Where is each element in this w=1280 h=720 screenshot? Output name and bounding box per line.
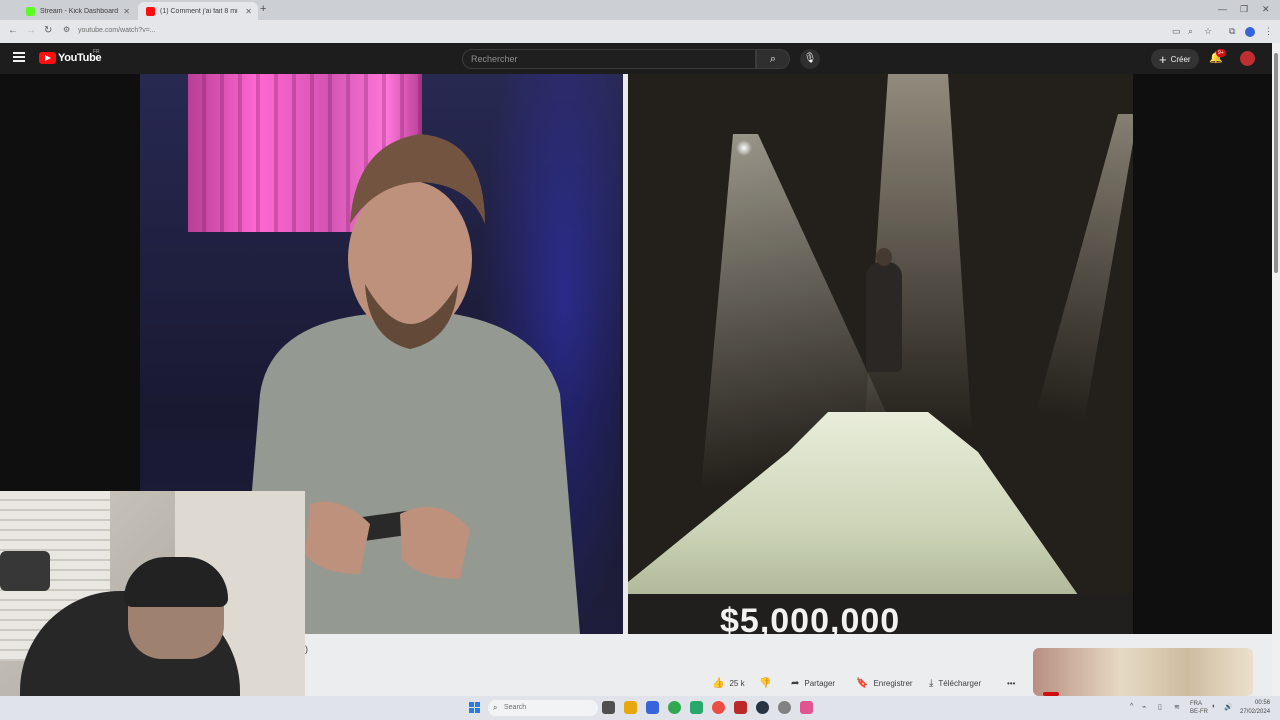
notification-badge: 9+ bbox=[1216, 49, 1226, 57]
bookmark-icon: 🔖 bbox=[856, 677, 869, 689]
whatsapp-icon[interactable] bbox=[690, 701, 703, 714]
tab-youtube-video[interactable]: (1) Comment j'ai fait 8 millions ✕ bbox=[138, 2, 258, 20]
settings-icon[interactable] bbox=[778, 701, 791, 714]
language-code: FRA bbox=[1190, 701, 1202, 707]
standing-man-figure bbox=[866, 248, 902, 372]
share-button[interactable]: ➦ Partager bbox=[791, 675, 835, 691]
battery-icon[interactable]: ▯ bbox=[1158, 703, 1162, 711]
youtube-play-icon bbox=[39, 52, 56, 64]
url-field[interactable]: youtube.com/watch?v=... bbox=[78, 27, 156, 34]
obs-icon[interactable] bbox=[800, 701, 813, 714]
taskbar-search[interactable]: ⌕ Search bbox=[488, 700, 598, 716]
scrollbar-thumb[interactable] bbox=[1274, 53, 1278, 273]
price-overlay-text: $5,000,000 bbox=[720, 602, 901, 634]
app-icon[interactable] bbox=[734, 701, 747, 714]
share-label: Partager bbox=[804, 678, 836, 688]
app-icon[interactable] bbox=[646, 701, 659, 714]
save-label: Enregistrer bbox=[873, 678, 913, 688]
voice-search-button[interactable]: 🎙 bbox=[800, 49, 820, 69]
file-explorer-icon[interactable] bbox=[624, 701, 637, 714]
browser-menu-icon[interactable]: ⋮ bbox=[1264, 26, 1273, 37]
title-fragment: ) bbox=[305, 644, 308, 654]
close-tab-icon[interactable]: ✕ bbox=[245, 7, 252, 16]
profile-avatar[interactable] bbox=[1245, 27, 1255, 37]
volume-icon[interactable]: 🔊 bbox=[1224, 703, 1233, 711]
create-label: Créer bbox=[1170, 54, 1191, 64]
save-button[interactable]: 🔖 Enregistrer bbox=[856, 675, 913, 691]
plus-icon: + bbox=[1159, 51, 1167, 67]
tray-chevron-icon[interactable]: ^ bbox=[1130, 703, 1133, 710]
dislike-button[interactable]: 👎 bbox=[759, 675, 776, 691]
search-button[interactable]: ⌕ bbox=[756, 49, 790, 69]
minimize-button[interactable]: — bbox=[1218, 4, 1227, 14]
more-actions-button[interactable]: ••• bbox=[1007, 675, 1015, 691]
extensions-icon[interactable]: ⧉ bbox=[1229, 26, 1235, 37]
more-icon: ••• bbox=[1007, 678, 1016, 688]
language-sub: BE-FR bbox=[1190, 709, 1208, 715]
search-icon: ⌕ bbox=[769, 53, 777, 65]
taskbar-clock[interactable]: 00:56 27/02/2024 bbox=[1240, 699, 1270, 717]
youtube-header: YouTube FR Rechercher ⌕ 🎙 + Créer 🔔 9+ bbox=[0, 43, 1272, 74]
chrome-icon[interactable] bbox=[712, 701, 725, 714]
task-view-icon[interactable] bbox=[602, 701, 615, 714]
search-icon: ⌕ bbox=[493, 703, 498, 712]
gaming-chair bbox=[0, 551, 50, 591]
recommended-video-thumbnail[interactable] bbox=[1033, 648, 1253, 696]
language-indicator[interactable]: FRA BE-FR bbox=[1190, 700, 1208, 716]
download-icon: ⤓ bbox=[929, 677, 934, 689]
forward-arrow-icon[interactable]: → bbox=[26, 25, 36, 36]
hamburger-menu-icon[interactable] bbox=[13, 52, 25, 62]
thumbs-up-icon: 👍 bbox=[712, 677, 725, 689]
like-button[interactable]: 👍 25 k bbox=[712, 675, 745, 691]
wifi-icon[interactable]: ≋ bbox=[1174, 703, 1180, 711]
maximize-button[interactable]: ❐ bbox=[1240, 4, 1248, 15]
kick-favicon-icon bbox=[26, 6, 35, 16]
browser-tab-strip: Stream - Kick Dashboard ✕ (1) Comment j'… bbox=[0, 0, 1280, 20]
share-arrow-icon: ➦ bbox=[791, 677, 800, 689]
windows-start-icon[interactable] bbox=[469, 702, 480, 713]
bookmark-star-icon[interactable]: ☆ bbox=[1204, 26, 1212, 37]
reload-icon[interactable]: ↻ bbox=[44, 25, 52, 36]
clock-date: 27/02/2024 bbox=[1240, 709, 1271, 715]
cast-icon[interactable]: ▭ bbox=[1172, 26, 1181, 37]
video-right-scene: $5,000,000 bbox=[628, 74, 1133, 634]
network-icon[interactable]: ⌁ bbox=[1142, 703, 1146, 711]
steam-icon[interactable] bbox=[756, 701, 769, 714]
windows-taskbar: ⌕ Search ^ ⌁ ▯ ≋ FRA BE-FR ◐ 🔊 00:56 27/… bbox=[0, 696, 1280, 720]
video-details-area: ) 👍 25 k 👎 ➦ Partager 🔖 Enregistrer ⤓ Té… bbox=[305, 634, 1272, 696]
page-scrollbar[interactable] bbox=[1272, 43, 1280, 696]
streamer-webcam bbox=[0, 491, 305, 720]
youtube-favicon-icon bbox=[146, 6, 155, 16]
spotlight-lamp bbox=[736, 140, 752, 156]
search-placeholder: Rechercher bbox=[471, 54, 518, 64]
tab-label: (1) Comment j'ai fait 8 millions bbox=[160, 7, 238, 15]
channel-avatar[interactable] bbox=[1240, 51, 1255, 66]
new-tab-button[interactable]: + bbox=[260, 3, 266, 15]
tab-kick-dashboard[interactable]: Stream - Kick Dashboard ✕ bbox=[18, 2, 136, 20]
close-tab-icon[interactable]: ✕ bbox=[123, 7, 130, 16]
thumbs-down-icon: 👎 bbox=[759, 677, 772, 689]
youtube-logo[interactable]: YouTube FR bbox=[39, 49, 102, 64]
taskbar-search-placeholder: Search bbox=[504, 704, 527, 711]
spotify-icon[interactable] bbox=[668, 701, 681, 714]
site-info-icon[interactable]: ⚙ bbox=[63, 25, 70, 34]
create-button[interactable]: + Créer bbox=[1151, 49, 1199, 69]
search-input[interactable]: Rechercher bbox=[462, 49, 756, 69]
microphone-icon: 🎙 bbox=[803, 53, 817, 64]
spotlight-beam bbox=[1008, 114, 1133, 514]
address-bar-row: ← → ↻ ⚙ youtube.com/watch?v=... ▭ ⌕ ☆ ⧉ … bbox=[0, 20, 1280, 43]
back-arrow-icon[interactable]: ← bbox=[8, 25, 18, 36]
download-label: Télécharger bbox=[938, 678, 982, 688]
close-window-button[interactable]: ✕ bbox=[1262, 4, 1270, 15]
tab-label: Stream - Kick Dashboard bbox=[40, 7, 118, 15]
mic-tray-icon[interactable]: ◐ bbox=[1212, 703, 1216, 710]
download-button[interactable]: ⤓ Télécharger bbox=[929, 675, 981, 691]
clock-time: 00:56 bbox=[1255, 700, 1271, 706]
like-count: 25 k bbox=[729, 678, 745, 688]
zoom-icon[interactable]: ⌕ bbox=[1188, 26, 1193, 37]
country-code: FR bbox=[93, 49, 100, 55]
